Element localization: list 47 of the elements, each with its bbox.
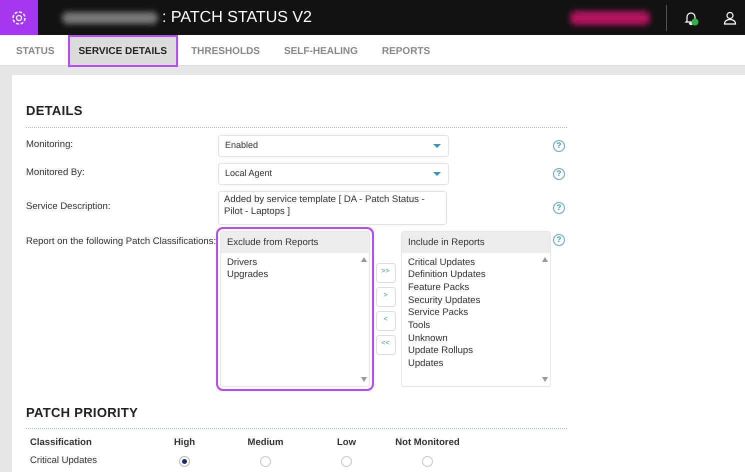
radio-button[interactable] bbox=[260, 456, 271, 467]
tab[interactable]: SELF-HEALING bbox=[274, 36, 368, 66]
scroll-up-icon[interactable] bbox=[361, 256, 367, 262]
tab[interactable]: REPORTS bbox=[372, 36, 440, 66]
tab[interactable]: THRESHOLDS bbox=[181, 36, 270, 66]
field-label: Monitored By: bbox=[26, 166, 86, 180]
list-item[interactable]: Security Updates bbox=[402, 294, 550, 308]
tab[interactable]: SERVICE DETAILS bbox=[68, 36, 178, 66]
caret-icon bbox=[432, 170, 442, 176]
field-label: Report on the following Patch Classifications: bbox=[26, 234, 216, 248]
section-heading: PATCH PRIORITY bbox=[26, 404, 140, 422]
list-item[interactable]: Updates bbox=[402, 358, 550, 371]
list-item[interactable]: Feature Packs bbox=[402, 282, 550, 295]
list-item[interactable]: Unknown bbox=[402, 332, 550, 346]
column-header: Medium bbox=[246, 436, 284, 450]
scroll-up-icon[interactable] bbox=[542, 256, 548, 262]
column-header: High bbox=[172, 436, 196, 450]
list-header: Include in Reports bbox=[402, 232, 550, 252]
radio-button[interactable] bbox=[179, 456, 190, 467]
section-heading: DETAILS bbox=[26, 102, 84, 120]
text-area[interactable]: Added by service template [ DA - Patch Status - Pilot - Laptops ] bbox=[218, 190, 447, 224]
list-item[interactable]: Drivers bbox=[221, 256, 369, 270]
field-label: Service Description: bbox=[26, 200, 112, 214]
radio-button[interactable] bbox=[422, 456, 433, 467]
column-header: Classification bbox=[30, 436, 93, 450]
list-item[interactable]: Tools bbox=[402, 320, 550, 333]
page-title: : PATCH STATUS V2 bbox=[162, 8, 312, 28]
list-item[interactable]: Service Packs bbox=[402, 307, 550, 320]
tab[interactable]: STATUS bbox=[6, 36, 65, 66]
dropdown[interactable]: Enabled bbox=[218, 134, 449, 156]
list-item[interactable]: Upgrades bbox=[221, 269, 369, 282]
list-header: Exclude from Reports bbox=[221, 232, 369, 252]
scroll-down-icon[interactable] bbox=[542, 376, 548, 382]
user-icon[interactable] bbox=[723, 10, 737, 24]
list-item[interactable]: Update Rollups bbox=[402, 345, 550, 358]
column-header: Not Monitored bbox=[394, 436, 461, 450]
caret-icon bbox=[432, 142, 442, 148]
bell-icon[interactable] bbox=[683, 10, 699, 26]
field-label: Monitoring: bbox=[26, 138, 74, 152]
list-item[interactable]: Critical Updates bbox=[402, 256, 550, 270]
scroll-down-icon[interactable] bbox=[361, 376, 367, 382]
radio-button[interactable] bbox=[341, 456, 352, 467]
dropdown[interactable]: Local Agent bbox=[218, 162, 449, 184]
gear-icon[interactable] bbox=[10, 8, 28, 26]
column-header: Low bbox=[336, 436, 357, 450]
list-item[interactable]: Definition Updates bbox=[402, 269, 550, 282]
row-label: Critical Updates bbox=[30, 454, 98, 468]
